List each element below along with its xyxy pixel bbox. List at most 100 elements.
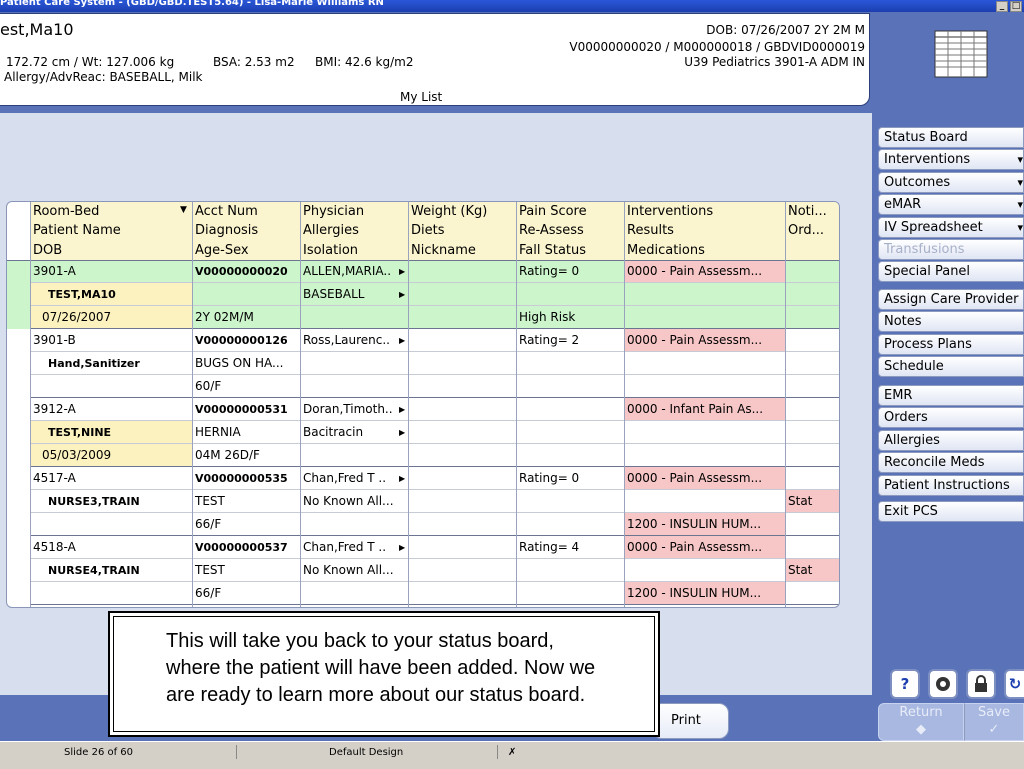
cell-physician[interactable] [300, 306, 408, 329]
cell-room-bed[interactable]: Hand,Sanitizer [30, 352, 192, 375]
column-header-acct-num[interactable]: Age-Sex [192, 241, 300, 260]
cell-weight[interactable] [408, 536, 516, 559]
cell-notifications[interactable] [785, 375, 839, 398]
cell-notifications[interactable] [785, 329, 839, 352]
cell-notifications[interactable] [785, 421, 839, 444]
cell-interventions[interactable] [624, 306, 785, 329]
sidebar-item-process-plans[interactable]: Process Plans [878, 333, 1024, 355]
cell-physician[interactable] [300, 444, 408, 467]
sort-dropdown-icon[interactable]: ▼ [180, 205, 187, 215]
cell-pain-score[interactable] [516, 375, 624, 398]
sidebar-item-assign-care-provider[interactable]: Assign Care Provider [878, 289, 1024, 310]
cell-interventions[interactable]: 0000 - Pain Assessm... [624, 259, 785, 283]
cell-physician[interactable]: ALLEN,MARIA.. [300, 260, 408, 283]
cell-physician[interactable]: Ross,Laurenc.. [300, 329, 408, 352]
cell-notifications[interactable] [785, 352, 839, 375]
cell-notifications[interactable] [785, 582, 839, 605]
cell-interventions[interactable] [624, 352, 785, 375]
sidebar-item-emr[interactable]: EMR [878, 385, 1024, 406]
cell-room-bed[interactable] [30, 375, 192, 398]
sidebar-item-allergies[interactable]: Allergies [878, 429, 1024, 451]
column-header-acct-num[interactable]: Acct Num [192, 202, 300, 221]
cell-notifications[interactable] [785, 306, 839, 329]
cell-pain-score[interactable] [516, 513, 624, 536]
cell-acct-num[interactable]: 04M 26D/F [192, 444, 300, 467]
cell-weight[interactable] [408, 582, 516, 605]
cell-notifications[interactable]: Stat [785, 489, 839, 513]
cell-notifications[interactable] [785, 398, 839, 421]
cell-pain-score[interactable] [516, 490, 624, 513]
cell-interventions[interactable] [624, 490, 785, 513]
column-header-interventions[interactable]: Medications [624, 241, 785, 260]
cell-weight[interactable] [408, 398, 516, 421]
cell-weight[interactable] [408, 513, 516, 536]
cell-notifications[interactable]: Stat [785, 558, 839, 582]
cell-interventions[interactable] [624, 421, 785, 444]
cell-weight[interactable] [408, 375, 516, 398]
column-header-pain-score[interactable]: Re-Assess [516, 221, 624, 240]
cell-interventions[interactable]: 1200 - INSULIN HUM... [624, 512, 785, 536]
cell-notifications[interactable] [785, 467, 839, 490]
save-button[interactable]: Save ✓ [964, 703, 1024, 741]
column-header-room-bed[interactable]: DOB [30, 241, 192, 260]
sidebar-item-orders[interactable]: Orders [878, 407, 1024, 429]
cell-acct-num[interactable]: HERNIA [192, 421, 300, 444]
sidebar-item-status-board[interactable]: Status Board [878, 127, 1024, 148]
cell-pain-score[interactable] [516, 582, 624, 605]
cell-weight[interactable] [408, 490, 516, 513]
sidebar-item-notes[interactable]: Notes [878, 311, 1024, 333]
cell-pain-score[interactable] [516, 444, 624, 467]
column-header-notifications[interactable] [785, 241, 839, 260]
cell-pain-score[interactable] [516, 559, 624, 582]
cell-weight[interactable] [408, 467, 516, 490]
cell-notifications[interactable] [785, 260, 839, 283]
lock-button[interactable] [966, 669, 996, 699]
cell-pain-score[interactable]: Rating= 2 [516, 329, 624, 352]
cell-pain-score[interactable]: Rating= 0 [516, 260, 624, 283]
cell-pain-score[interactable] [516, 398, 624, 421]
cell-physician[interactable]: Bacitracin [300, 421, 408, 444]
cell-room-bed[interactable]: TEST,NINE [30, 420, 192, 444]
cell-physician[interactable] [300, 582, 408, 605]
cell-weight[interactable] [408, 283, 516, 306]
cell-interventions[interactable]: 0000 - Pain Assessm... [624, 328, 785, 352]
settings-button[interactable] [928, 669, 958, 699]
cell-acct-num[interactable]: V00000000535 [192, 467, 300, 490]
cell-acct-num[interactable]: 2Y 02M/M [192, 306, 300, 329]
cell-acct-num[interactable]: 66/F [192, 513, 300, 536]
cell-acct-num[interactable]: V00000000126 [192, 329, 300, 352]
cell-room-bed[interactable]: 3912-A [30, 398, 192, 421]
column-header-room-bed[interactable]: Patient Name [30, 221, 192, 240]
cell-interventions[interactable]: 0000 - Pain Assessm... [624, 535, 785, 559]
cell-physician[interactable]: BASEBALL [300, 283, 408, 306]
sidebar-item-reconcile-meds[interactable]: Reconcile Meds [878, 452, 1024, 474]
sidebar-item-transfusions[interactable]: Transfusions [878, 239, 1024, 260]
cell-physician[interactable]: Chan,Fred T .. [300, 536, 408, 559]
cell-notifications[interactable] [785, 536, 839, 559]
sidebar-item-interventions[interactable]: Interventions ▾ [878, 149, 1024, 171]
cell-acct-num[interactable]: V00000000537 [192, 536, 300, 559]
sidebar-item-outcomes[interactable]: Outcomes ▾ [878, 171, 1024, 193]
cell-interventions[interactable] [624, 283, 785, 306]
cell-room-bed[interactable] [30, 513, 192, 536]
sidebar-item-exit-pcs[interactable]: Exit PCS [878, 501, 1024, 522]
cell-room-bed[interactable]: 3901-B [30, 329, 192, 352]
cell-physician[interactable]: Chan,Fred T .. [300, 467, 408, 490]
maximize-button[interactable]: □ [1010, 1, 1022, 12]
column-header-weight[interactable]: Weight (Kg) [408, 202, 516, 221]
cell-pain-score[interactable] [516, 283, 624, 306]
column-header-physician[interactable]: Allergies [300, 221, 408, 240]
cell-weight[interactable] [408, 352, 516, 375]
cell-notifications[interactable] [785, 513, 839, 536]
cell-acct-num[interactable]: TEST [192, 559, 300, 582]
cell-room-bed[interactable]: NURSE3,TRAIN [30, 490, 192, 513]
cell-pain-score[interactable] [516, 352, 624, 375]
cell-acct-num[interactable]: 60/F [192, 375, 300, 398]
cell-acct-num[interactable]: V00000000531 [192, 398, 300, 421]
column-header-notifications[interactable]: Noti... [785, 202, 839, 221]
cell-interventions[interactable] [624, 375, 785, 398]
cell-room-bed[interactable]: NURSE4,TRAIN [30, 559, 192, 582]
cell-weight[interactable] [408, 329, 516, 352]
column-header-weight[interactable]: Diets [408, 221, 516, 240]
sidebar-item-iv-spreadsheet[interactable]: IV Spreadsheet ▾ [878, 216, 1024, 238]
